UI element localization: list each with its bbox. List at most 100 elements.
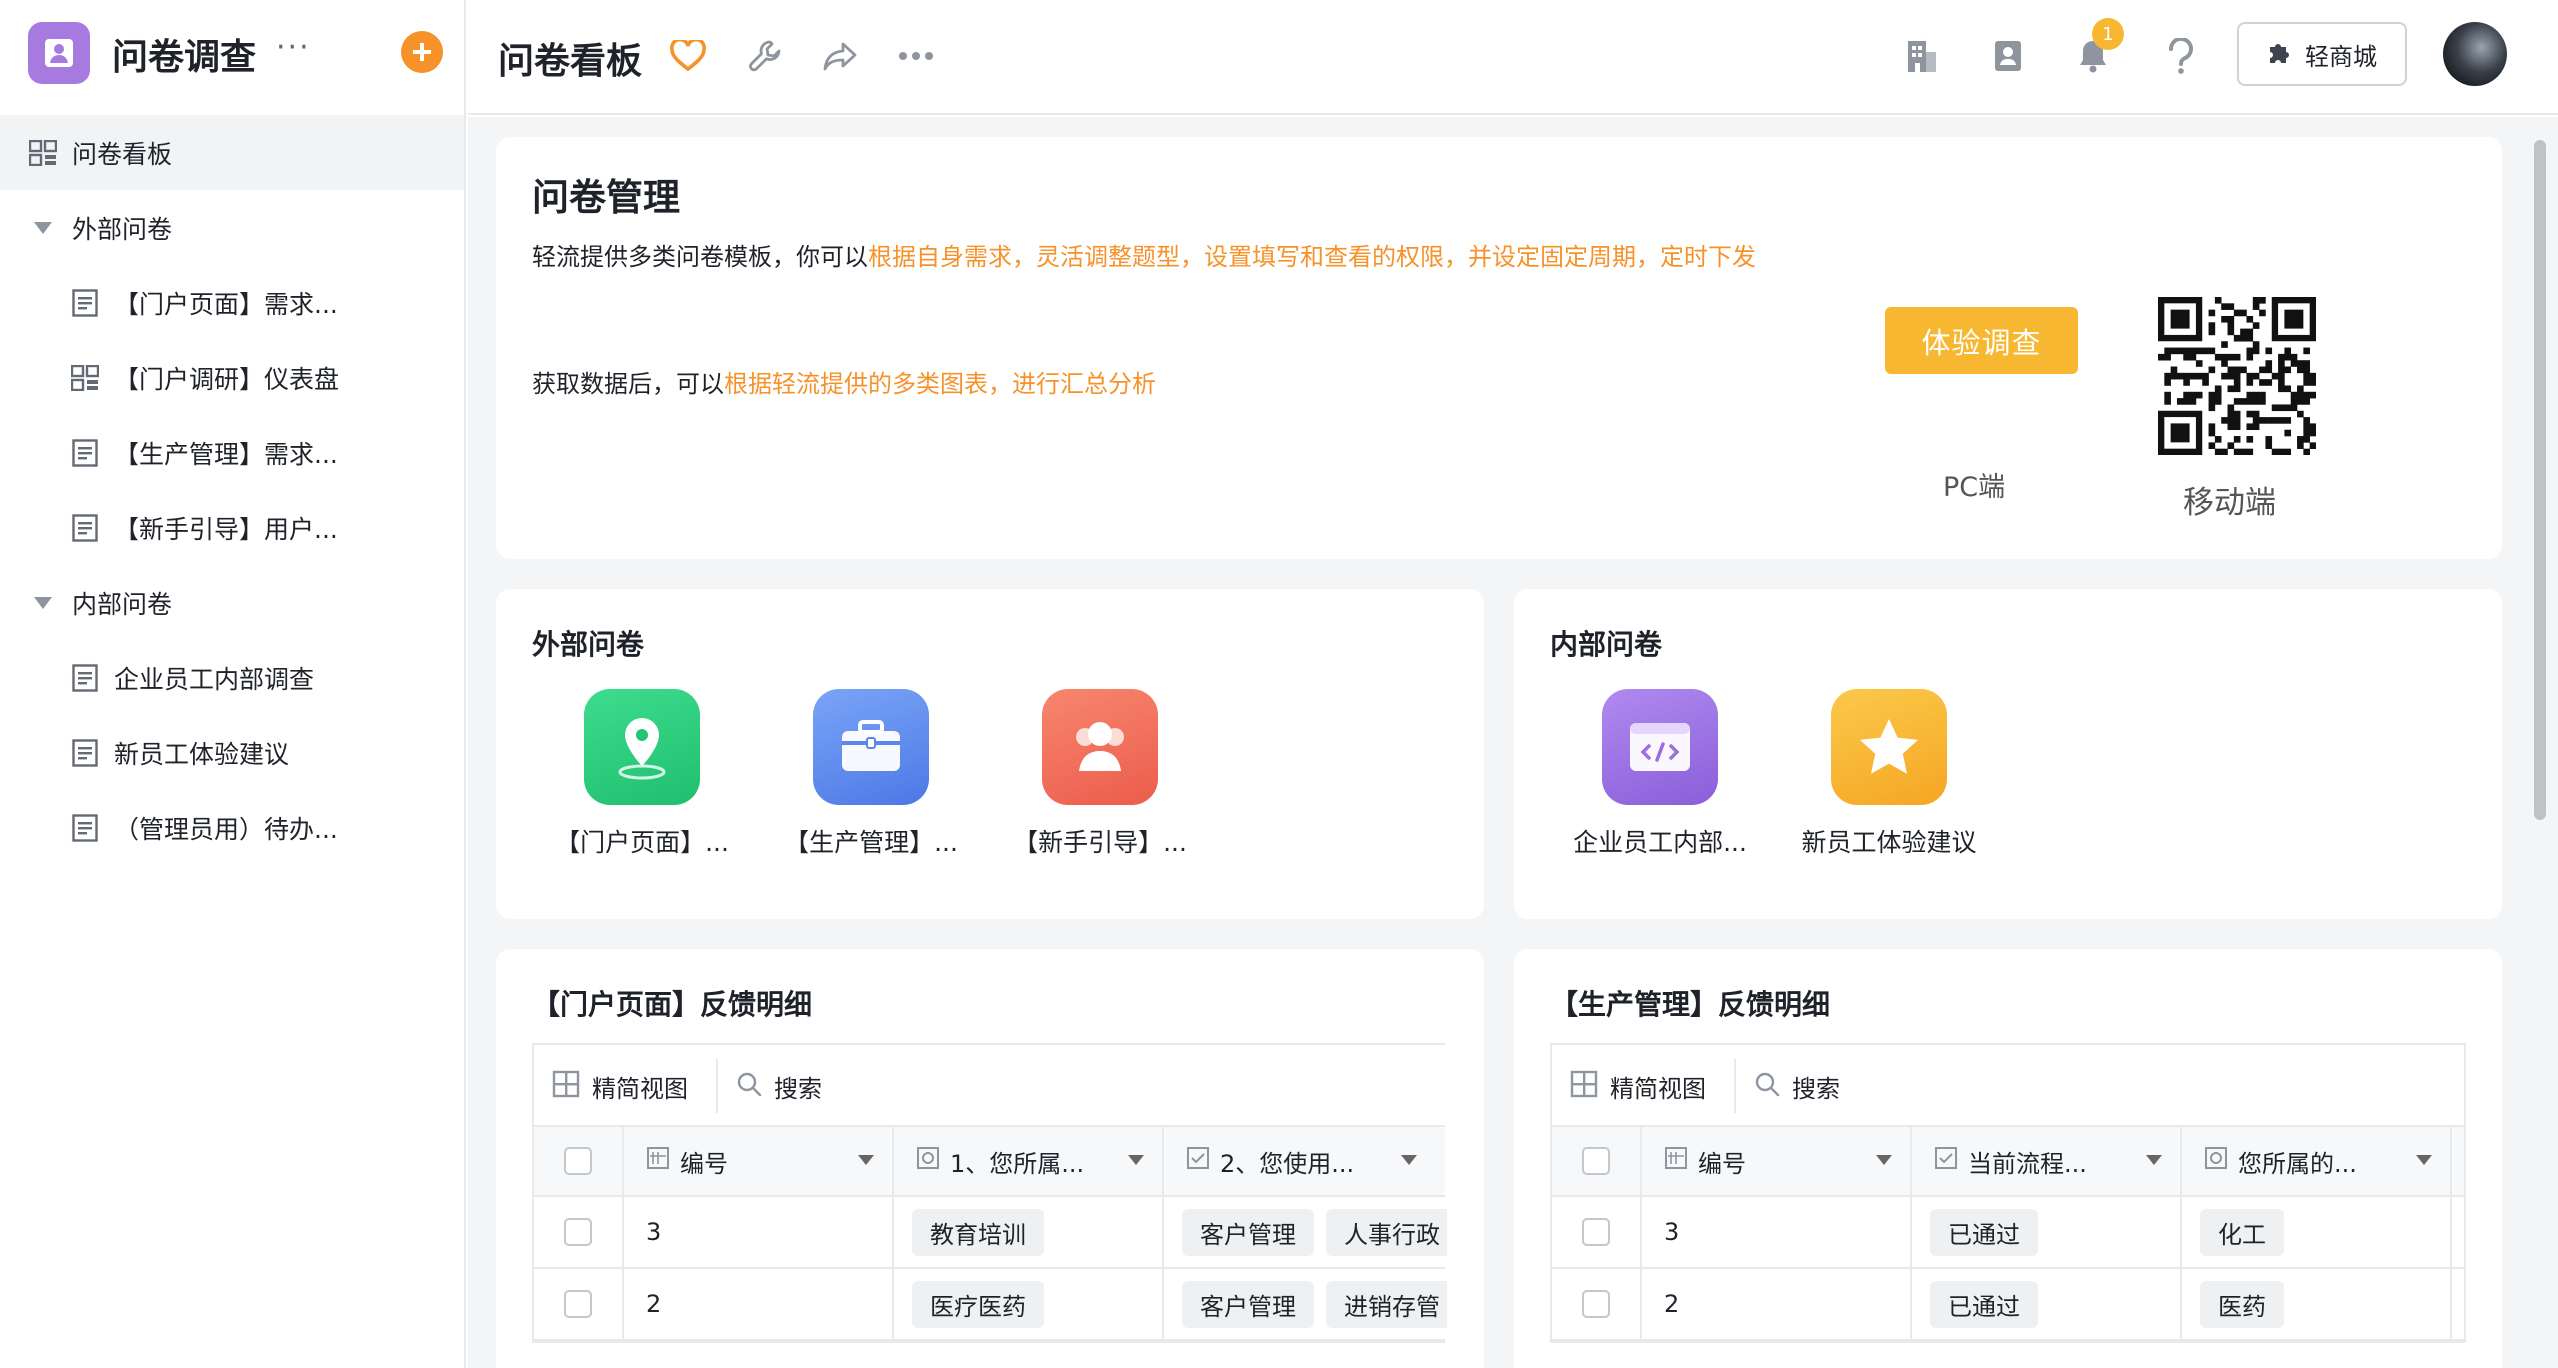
app-tile[interactable]: 【门户页面】... [542,689,742,859]
column-label: 您所属的... [2238,1149,2357,1178]
row-checkbox[interactable] [564,1290,592,1318]
sidebar-item-label: 【新手引导】用户... [114,514,338,544]
external-title: 外部问卷 [532,628,645,661]
sidebar-item-form[interactable]: （管理员用）待办... [0,790,464,865]
sidebar-item-label: 新员工体验建议 [114,739,290,769]
chevron-down-icon[interactable] [1401,1155,1417,1165]
add-icon[interactable] [401,31,443,73]
cell-tag: 医疗医药 [912,1280,1044,1328]
app-tile-label: 【新手引导】... [1013,828,1187,857]
location-pin-icon [584,689,700,805]
industry-cell: 医疗医药 [894,1269,1164,1339]
contacts-icon[interactable] [1988,36,2028,76]
sidebar-item-label: 【门户页面】需求... [114,289,338,319]
app-tile[interactable]: 【生产管理】... [771,689,971,859]
sidebar-item-label: 外部问卷 [72,214,173,244]
wrench-icon[interactable] [745,36,785,76]
column-header[interactable]: 您所属的... [2182,1127,2452,1195]
id-cell: 2 [624,1269,894,1339]
grid-icon [1570,1070,1598,1104]
intro-line-1-text: 轻流提供多类问卷模板，你可以 [532,243,868,271]
sidebar-item-form[interactable]: 【新手引导】用户... [0,490,464,565]
view-label: 精简视图 [592,1075,688,1103]
row-checkbox[interactable] [1582,1218,1610,1246]
intro-line-2-highlight: 根据轻流提供的多类图表，进行汇总分析 [724,370,1156,398]
avatar[interactable] [2443,22,2507,86]
intro-line-1-highlight: 根据自身需求，灵活调整题型，设置填写和查看的权限，并设定固定周期，定时下发 [868,243,1756,271]
shop-button[interactable]: 轻商城 [2237,22,2407,86]
column-header[interactable]: 编号 [624,1127,894,1195]
chevron-down-icon[interactable] [1128,1155,1144,1165]
sidebar-item-dashboard[interactable]: 问卷看板 [0,115,464,190]
app-tile[interactable]: 新员工体验建议 [1789,689,1989,859]
sidebar-group-internal[interactable]: 内部问卷 [0,565,464,640]
view-toggle[interactable]: 精简视图 [552,1069,688,1104]
table-search[interactable]: 搜索 [736,1069,822,1104]
table-toolbar: 精简视图 搜索 [534,1045,1445,1127]
cell-tag: 已通过 [1930,1208,2038,1256]
search-icon [1754,1071,1780,1103]
cell-tag: 人事行政 [1326,1208,1447,1256]
more-icon[interactable] [896,36,936,76]
toolbar-divider [1734,1059,1736,1113]
view-toggle[interactable]: 精简视图 [1570,1069,1706,1104]
app-header: 问卷调查 ··· [0,0,466,115]
column-label: 当前流程... [1968,1149,2087,1178]
select-all-checkbox[interactable] [564,1147,592,1175]
help-icon[interactable] [2161,36,2201,76]
table-row[interactable]: 2 已通过 医药 [1552,1269,2464,1341]
select-all-checkbox[interactable] [1582,1147,1610,1175]
column-header[interactable]: 编号 [1642,1127,1912,1195]
table-row[interactable]: 3 教育培训 客户管理 人事行政 [534,1197,1447,1269]
sidebar-item-form[interactable]: 企业员工内部调查 [0,640,464,715]
row-checkbox[interactable] [564,1218,592,1246]
shop-label: 轻商城 [2305,42,2377,71]
puzzle-icon [2267,38,2293,70]
share-icon[interactable] [820,36,860,76]
table-row[interactable]: 3 已通过 化工 [1552,1197,2464,1269]
internal-title: 内部问卷 [1550,628,1663,661]
chevron-down-icon[interactable] [1876,1155,1892,1165]
column-header[interactable]: 1、您所属... [894,1127,1164,1195]
form-icon [70,513,100,543]
table-row[interactable]: 2 医疗医药 客户管理 进销存管 [534,1269,1447,1341]
external-card: 外部问卷 【门户页面】... 【生产管理】... 【新手引导】... [496,589,1484,919]
portal-feedback-title: 【门户页面】反馈明细 [532,988,813,1021]
table-toolbar: 精简视图 搜索 [1552,1045,2464,1127]
column-label: 编号 [680,1149,728,1178]
app-tile[interactable]: 企业员工内部... [1560,689,1760,859]
column-label: 1、您所属... [950,1149,1085,1178]
app-tile[interactable]: 【新手引导】... [1000,689,1200,859]
row-select-cell [1552,1269,1642,1339]
cell-tag: 教育培训 [912,1208,1044,1256]
page-title: 问卷看板 [498,41,643,82]
radio-field-icon [2204,1146,2228,1176]
try-survey-button[interactable]: 体验调查 [1885,307,2078,374]
sidebar-item-form[interactable]: 【门户页面】需求... [0,265,464,340]
column-header[interactable]: 当前流程... [1912,1127,2182,1195]
dashboard-icon [70,363,100,393]
favorite-icon[interactable] [668,36,708,76]
caret-down-icon [28,213,58,243]
chevron-down-icon[interactable] [2416,1155,2432,1165]
caret-down-icon [28,588,58,618]
sidebar-item-form[interactable]: 新员工体验建议 [0,715,464,790]
app-name: 问卷调查 [112,37,257,78]
qr-code-icon [2158,297,2317,456]
row-checkbox[interactable] [1582,1290,1610,1318]
sidebar-item-dashboard[interactable]: 【门户调研】仪表盘 [0,340,464,415]
main-content: 问卷管理 轻流提供多类问卷模板，你可以根据自身需求，灵活调整题型，设置填写和查看… [468,117,2558,1368]
app-more-icon[interactable]: ··· [276,30,311,65]
column-header[interactable]: 2、您使用... [1164,1127,1447,1195]
chevron-down-icon[interactable] [858,1155,874,1165]
cell-tag: 客户管理 [1182,1208,1314,1256]
status-cell: 已通过 [1912,1197,2182,1267]
cell-tag: 医药 [2200,1280,2284,1328]
main-scrollbar[interactable] [2534,140,2546,820]
table-search[interactable]: 搜索 [1754,1069,1840,1104]
sidebar-group-external[interactable]: 外部问卷 [0,190,464,265]
building-icon[interactable] [1902,36,1942,76]
chevron-down-icon[interactable] [2146,1155,2162,1165]
row-select-cell [534,1197,624,1267]
sidebar-item-form[interactable]: 【生产管理】需求... [0,415,464,490]
